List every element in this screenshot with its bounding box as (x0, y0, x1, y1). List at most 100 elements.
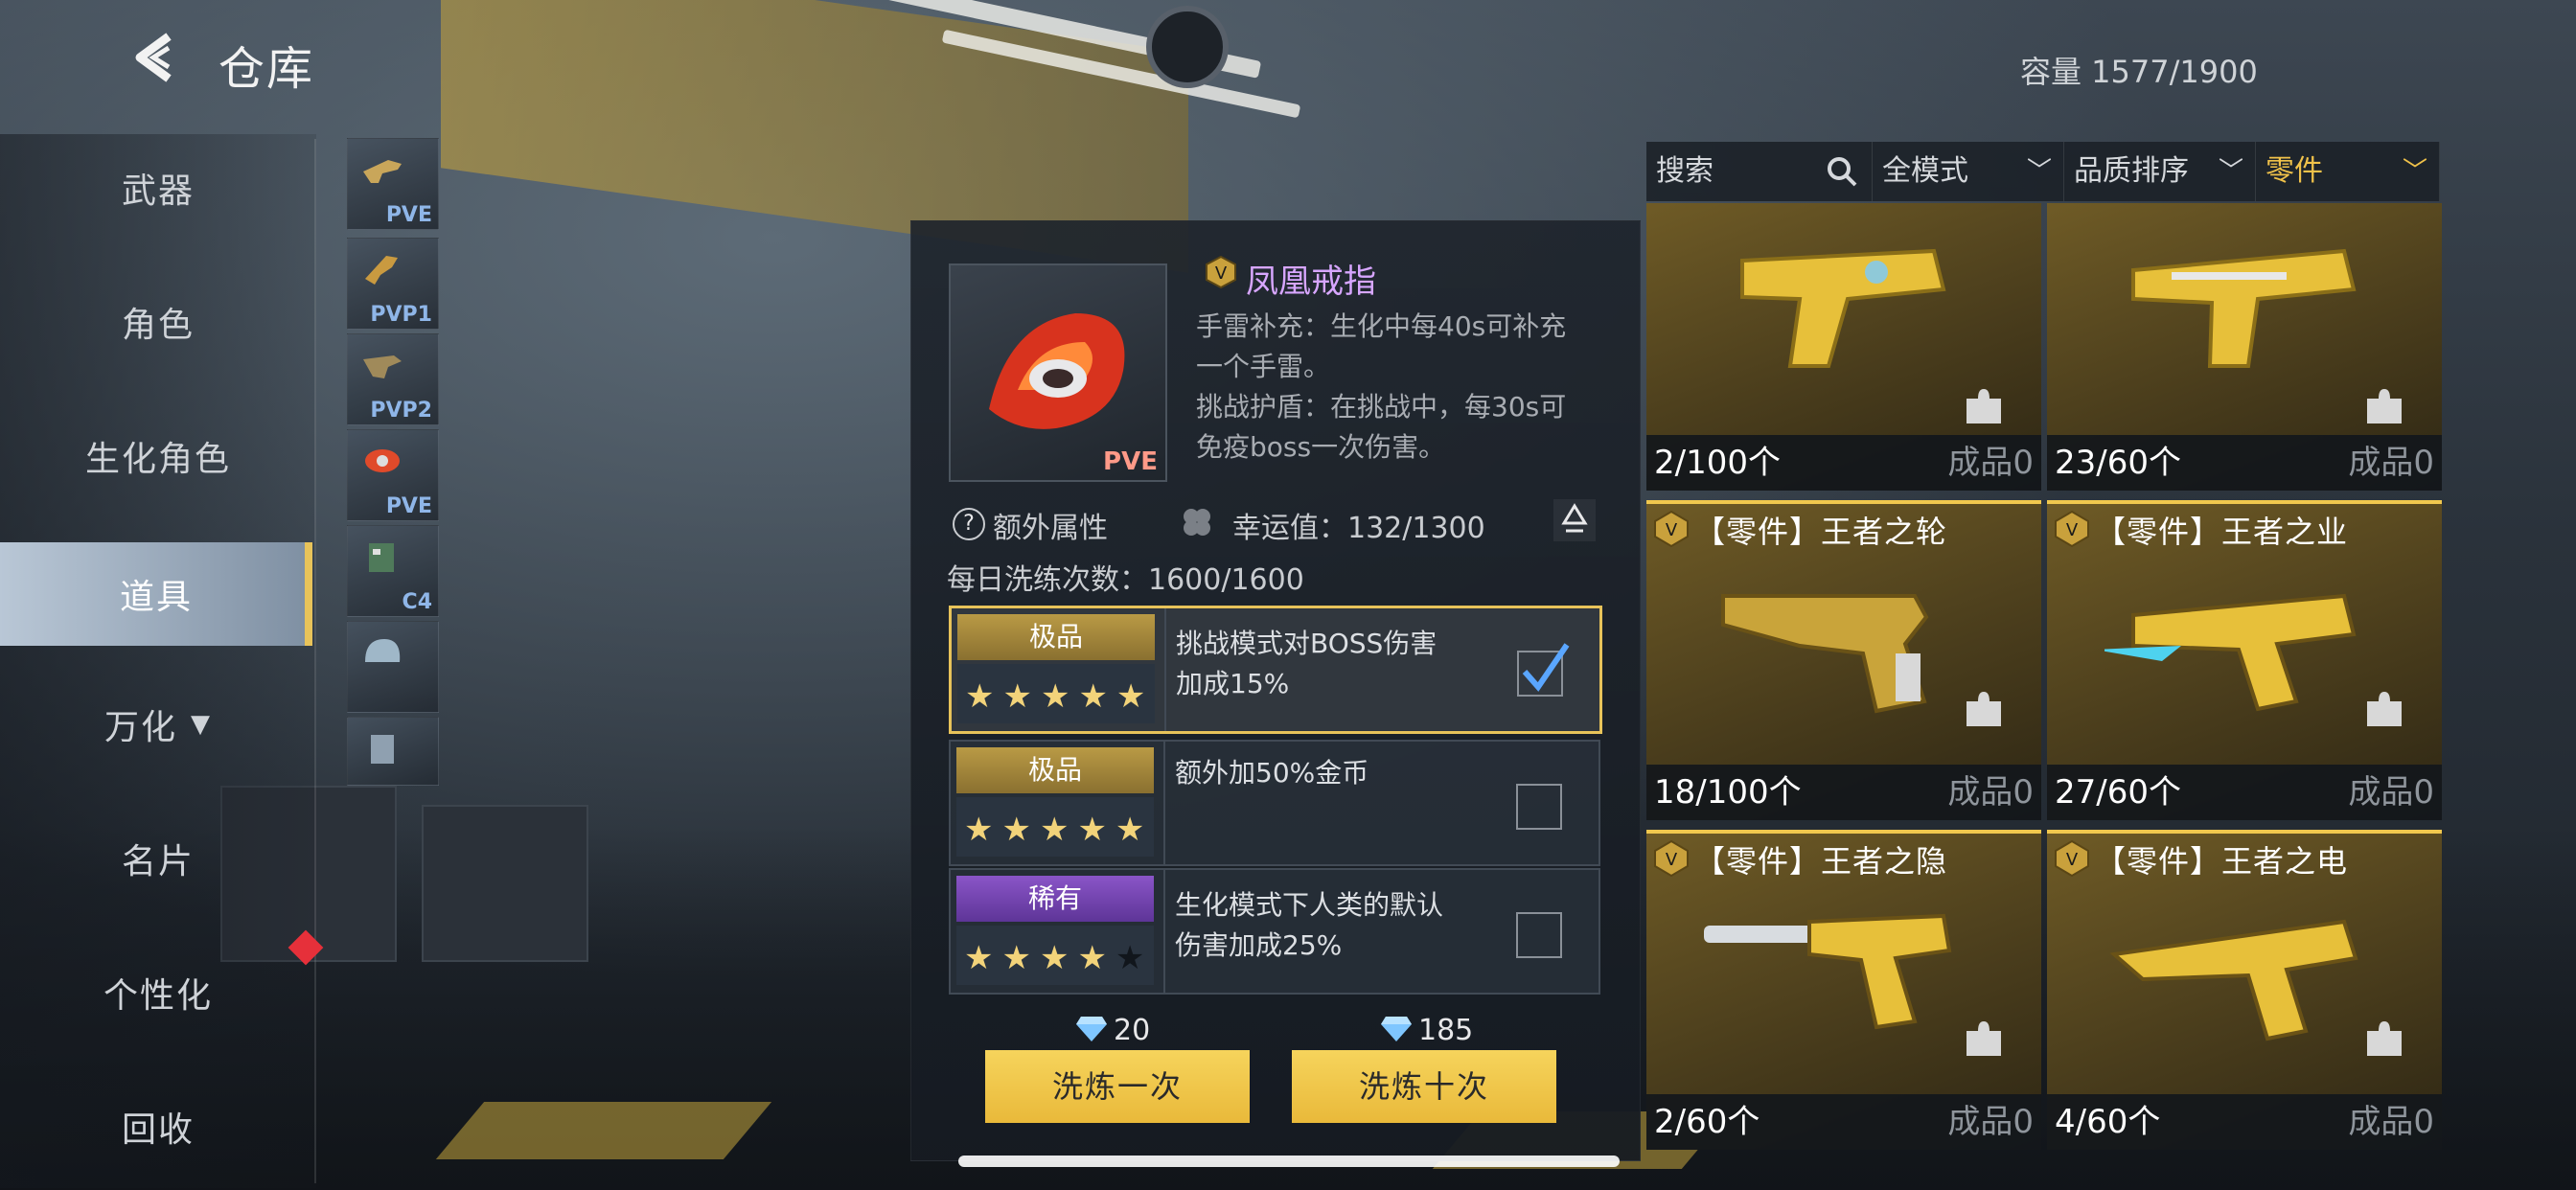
item-description-line: 挑战护盾：在挑战中，每30s可 (1196, 391, 1567, 423)
grade-badge: 极品 (957, 614, 1155, 660)
mode-tag: PVE (1103, 447, 1158, 476)
subcategory-tab[interactable]: PVP2 (347, 333, 439, 425)
sidebar-item-cards[interactable]: 名片 (0, 812, 316, 904)
subcategory-tab[interactable]: PVE (347, 429, 439, 521)
puzzle-piece-icon (2367, 1021, 2402, 1056)
finished-count: 成品0 (1947, 444, 2034, 482)
finished-count: 成品0 (2348, 444, 2434, 482)
sidebar-item-recycle[interactable]: 回收 (0, 1081, 316, 1173)
subcategory-tab[interactable]: PVP1 (347, 238, 439, 330)
subcategory-tab[interactable]: PVE (347, 138, 439, 230)
part-name: 【零件】王者之隐 (1694, 843, 1948, 880)
part-card[interactable]: V 【零件】王者之业 27/60个 成品0 (2047, 500, 2442, 820)
refine-once-button[interactable]: 洗炼一次 (985, 1050, 1250, 1123)
diamond-icon (1381, 1017, 1412, 1041)
part-card[interactable]: V 【零件】王者之轮 18/100个 成品0 (1646, 500, 2041, 820)
puzzle-piece-icon (1966, 692, 2001, 726)
part-card[interactable]: 23/60个 成品0 (2047, 203, 2442, 491)
pistol-icon (2131, 248, 2357, 368)
divider (1163, 742, 1165, 864)
part-name: 【零件】王者之业 (2095, 514, 2349, 550)
weapon-icon (363, 355, 402, 378)
option-checkbox[interactable] (1517, 643, 1570, 697)
subcategory-tab[interactable]: C4 (347, 525, 439, 617)
star-rating: ★★★★★ (964, 939, 1154, 977)
sidebar-item-weapons[interactable]: 武器 (0, 142, 316, 234)
finished-count: 成品0 (1947, 1103, 2034, 1141)
part-card[interactable]: V 【零件】王者之电 4/60个 成品0 (2047, 830, 2442, 1150)
refine-ten-button[interactable]: 洗炼十次 (1292, 1050, 1556, 1123)
svg-text:V: V (1215, 263, 1228, 284)
refine-option[interactable]: 极品 ★★★★★ 挑战模式对BOSS伤害 加成15% (949, 606, 1602, 734)
cost-once: 20 (1075, 1014, 1150, 1047)
chevron-down-icon: ﹀ (2218, 157, 2243, 186)
grade-badge: 稀有 (956, 876, 1154, 922)
subcategory-tag: PVP2 (370, 399, 432, 423)
subcategory-tab[interactable] (347, 717, 439, 786)
pistol-icon (2104, 593, 2357, 712)
finished-count: 成品0 (2348, 1103, 2434, 1141)
bomb-icon (369, 543, 394, 572)
part-count: 18/100个 (1654, 773, 1802, 812)
sidebar-item-personalize[interactable]: 个性化 (0, 947, 316, 1039)
rarity-badge-icon: V (1206, 255, 1236, 289)
part-card[interactable]: 2/100个 成品0 (1646, 203, 2041, 491)
filter-bar: 搜索 全模式 ﹀ 品质排序 ﹀ 零件 ﹀ (1646, 142, 2440, 201)
sidebar-item-wanhua[interactable]: 万化 ▼ (0, 678, 316, 770)
weapon-icon (365, 256, 398, 285)
subcategory-tag: PVP1 (370, 303, 432, 327)
card-highlight (1646, 830, 2041, 834)
luck-value: 幸运值：132/1300 (1232, 512, 1485, 545)
rarity-badge-icon: V (1654, 510, 1689, 548)
sort-value: 品质排序 (2074, 154, 2189, 188)
part-name: 【零件】王者之轮 (1694, 514, 1948, 550)
divider (1164, 608, 1166, 731)
option-checkbox[interactable] (1516, 784, 1562, 830)
recycle-icon[interactable] (1552, 498, 1597, 542)
subcategory-tag: C4 (402, 590, 432, 614)
sidebar-item-zombie-characters[interactable]: 生化角色 (0, 410, 316, 502)
item-description-line: 手雷补充：生化中每40s可补充 (1196, 310, 1567, 342)
search-icon (1828, 157, 1857, 187)
sort-dropdown[interactable]: 品质排序 ﹀ (2064, 142, 2256, 201)
part-card[interactable]: V 【零件】王者之隐 2/60个 成品0 (1646, 830, 2041, 1150)
mode-value: 全模式 (1882, 154, 1968, 188)
rarity-badge-icon: V (2055, 510, 2089, 548)
card-highlight (2047, 830, 2442, 834)
helmet-icon (365, 639, 401, 662)
puzzle-piece-icon (1966, 1021, 2001, 1056)
svg-text:V: V (2066, 850, 2079, 870)
weapon-icon (363, 160, 402, 183)
subcategory-tag: PVE (385, 203, 432, 227)
capacity-label: 容量 1577/1900 (2020, 54, 2258, 90)
subcategory-tab[interactable] (347, 621, 439, 713)
floor-stripe (435, 1102, 772, 1159)
ceiling-speaker (1146, 6, 1229, 88)
sidebar-item-label: 万化 (104, 708, 177, 747)
clover-icon (1184, 509, 1210, 536)
help-icon[interactable]: ? (953, 508, 985, 540)
refine-option[interactable]: 极品 ★★★★★ 额外加50%金币 (949, 740, 1600, 866)
type-dropdown[interactable]: 零件 ﹀ (2256, 142, 2440, 201)
sidebar-item-label: 道具 (119, 578, 193, 617)
scrollbar[interactable] (958, 1156, 1620, 1167)
ring-icon (365, 449, 400, 472)
refine-option[interactable]: 稀有 ★★★★★ 生化模式下人类的默认 伤害加成25% (949, 868, 1600, 995)
back-button[interactable] (126, 29, 184, 86)
finished-count: 成品0 (2348, 773, 2434, 812)
silenced-pistol-icon (1704, 913, 1952, 1030)
rarity-badge-icon: V (2055, 839, 2089, 878)
mode-dropdown[interactable]: 全模式 ﹀ (1873, 142, 2064, 201)
option-text: 生化模式下人类的默认 伤害加成25% (1175, 889, 1444, 961)
search-placeholder: 搜索 (1656, 154, 1714, 188)
option-checkbox[interactable] (1516, 912, 1562, 958)
sidebar-item-characters[interactable]: 角色 (0, 276, 316, 368)
sidebar-item-label: 名片 (121, 842, 195, 881)
puzzle-piece-icon (1966, 389, 2001, 423)
puzzle-piece-icon (2367, 389, 2402, 423)
sidebar-item-items[interactable]: 道具 (0, 542, 312, 646)
search-input[interactable]: 搜索 (1646, 142, 1873, 201)
page-title: 仓库 (218, 42, 315, 96)
daily-refine-count: 每日洗练次数：1600/1600 (947, 563, 1304, 597)
rarity-badge-icon: V (1654, 839, 1689, 878)
